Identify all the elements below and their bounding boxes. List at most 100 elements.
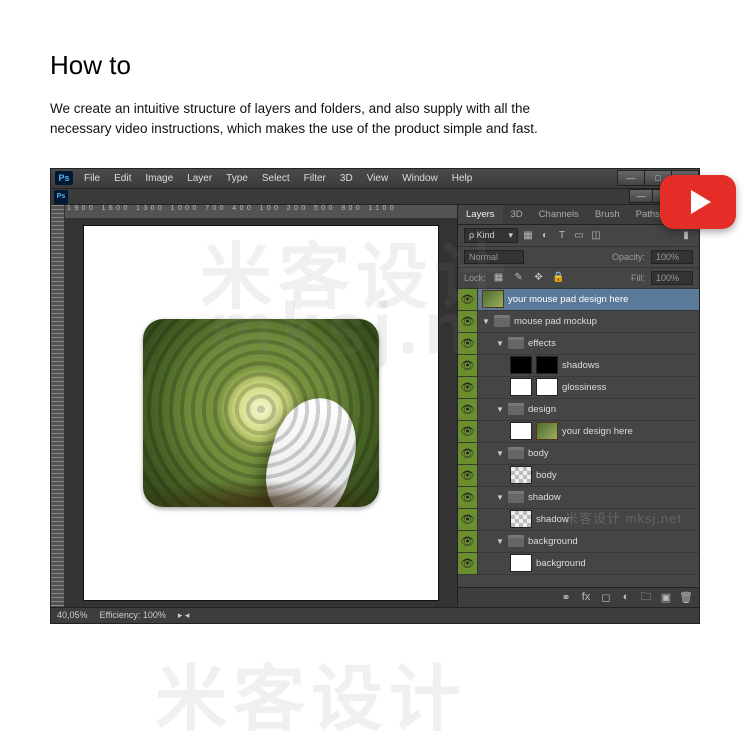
- layer-thumbnail[interactable]: [510, 510, 532, 528]
- layer-row[interactable]: 👁▼background: [458, 531, 699, 553]
- visibility-toggle[interactable]: 👁: [458, 333, 478, 354]
- vertical-ruler: [51, 205, 65, 607]
- lock-pixels-icon[interactable]: ✎: [512, 272, 526, 284]
- menu-help[interactable]: Help: [445, 170, 480, 187]
- doc-minimize-button[interactable]: —: [629, 189, 653, 203]
- layer-row[interactable]: 👁▼mouse pad mockup: [458, 311, 699, 333]
- layer-row[interactable]: 👁▼effects: [458, 333, 699, 355]
- menu-bar: FileEditImageLayerTypeSelectFilter3DView…: [77, 170, 479, 187]
- layer-thumbnail[interactable]: [536, 422, 558, 440]
- link-layers-icon[interactable]: ⚭: [559, 591, 573, 603]
- panel-footer: ⚭ fx ◻ ◐ 🗀 ▣ 🗑: [458, 587, 699, 607]
- panel-tab-brush[interactable]: Brush: [587, 205, 628, 224]
- layer-mask-thumb[interactable]: [536, 378, 558, 396]
- filter-shape-icon[interactable]: ▭: [572, 229, 586, 241]
- fill-input[interactable]: 100%: [651, 271, 693, 285]
- menu-3d[interactable]: 3D: [333, 170, 360, 187]
- menu-image[interactable]: Image: [138, 170, 180, 187]
- watermark-text: 米客设计: [155, 640, 467, 745]
- layer-thumbnail[interactable]: [482, 290, 504, 308]
- layer-mask-thumb[interactable]: [510, 422, 532, 440]
- expand-chevron-icon[interactable]: ▼: [482, 317, 490, 326]
- menu-window[interactable]: Window: [395, 170, 445, 187]
- layer-thumbnail[interactable]: [510, 466, 532, 484]
- visibility-toggle[interactable]: 👁: [458, 553, 478, 574]
- filter-kind-label: ρ Kind: [469, 230, 495, 240]
- layer-row[interactable]: 👁 glossiness: [458, 377, 699, 399]
- visibility-toggle[interactable]: 👁: [458, 443, 478, 464]
- new-layer-icon[interactable]: ▣: [659, 591, 673, 603]
- layer-name-label: shadow: [528, 492, 561, 503]
- menu-edit[interactable]: Edit: [107, 170, 138, 187]
- expand-chevron-icon[interactable]: ▼: [496, 493, 504, 502]
- menu-view[interactable]: View: [360, 170, 396, 187]
- lock-transparency-icon[interactable]: ▦: [492, 272, 506, 284]
- layer-mask-icon[interactable]: ◻: [599, 591, 613, 603]
- zoom-level[interactable]: 40,05%: [57, 610, 88, 620]
- filter-adjust-icon[interactable]: ◐: [538, 229, 552, 241]
- layer-row[interactable]: 👁background: [458, 553, 699, 575]
- layer-list[interactable]: 👁your mouse pad design here👁▼mouse pad m…: [458, 289, 699, 587]
- layer-row[interactable]: 👁body: [458, 465, 699, 487]
- minimize-button[interactable]: —: [617, 170, 645, 186]
- visibility-toggle[interactable]: 👁: [458, 355, 478, 376]
- layer-name-label: shadow: [536, 514, 569, 525]
- canvas-area[interactable]: [65, 219, 457, 607]
- visibility-toggle[interactable]: 👁: [458, 421, 478, 442]
- expand-chevron-icon[interactable]: ▼: [496, 537, 504, 546]
- page-title: How to: [50, 50, 700, 81]
- visibility-toggle[interactable]: 👁: [458, 377, 478, 398]
- opacity-input[interactable]: 100%: [651, 250, 693, 264]
- lock-all-icon[interactable]: 🔒: [552, 272, 566, 284]
- layer-row[interactable]: 👁 ▼ design: [458, 399, 699, 421]
- visibility-toggle[interactable]: 👁: [458, 465, 478, 486]
- layer-style-icon[interactable]: fx: [579, 591, 593, 603]
- new-group-icon[interactable]: 🗀: [639, 591, 653, 603]
- filter-kind-select[interactable]: ρ Kind▾: [464, 228, 518, 243]
- visibility-toggle[interactable]: 👁: [458, 531, 478, 552]
- menu-type[interactable]: Type: [219, 170, 255, 187]
- layer-mask-thumb[interactable]: [536, 356, 558, 374]
- lock-position-icon[interactable]: ✥: [532, 272, 546, 284]
- visibility-toggle[interactable]: 👁: [458, 289, 478, 310]
- visibility-toggle[interactable]: 👁: [458, 311, 478, 332]
- menu-filter[interactable]: Filter: [297, 170, 333, 187]
- panel-tab-channels[interactable]: Channels: [531, 205, 587, 224]
- filter-type-icon[interactable]: T: [555, 229, 569, 241]
- photoshop-logo-icon: Ps: [55, 171, 73, 185]
- layer-thumbnail[interactable]: [510, 356, 532, 374]
- layer-row[interactable]: 👁your design here: [458, 421, 699, 443]
- menu-layer[interactable]: Layer: [180, 170, 219, 187]
- layer-name-label: design: [528, 404, 556, 415]
- filter-toggle-icon[interactable]: ▮: [679, 229, 693, 241]
- layer-thumbnail[interactable]: [510, 554, 532, 572]
- folder-icon: [508, 491, 524, 503]
- filter-smart-icon[interactable]: ◫: [589, 229, 603, 241]
- layer-name-label: glossiness: [562, 382, 606, 393]
- visibility-toggle[interactable]: 👁: [458, 399, 478, 420]
- visibility-toggle[interactable]: 👁: [458, 487, 478, 508]
- delete-layer-icon[interactable]: 🗑: [679, 591, 693, 603]
- document-canvas[interactable]: [83, 225, 439, 601]
- layer-row[interactable]: 👁▼body: [458, 443, 699, 465]
- youtube-play-badge[interactable]: [660, 175, 736, 229]
- layer-row[interactable]: 👁 ▼ shadow: [458, 487, 699, 509]
- layer-row[interactable]: 👁 shadows: [458, 355, 699, 377]
- adjustment-layer-icon[interactable]: ◐: [619, 591, 633, 603]
- layer-row[interactable]: 👁your mouse pad design here: [458, 289, 699, 311]
- panel-tab-layers[interactable]: Layers: [458, 205, 503, 224]
- panel-tab-3d[interactable]: 3D: [503, 205, 531, 224]
- filter-pixel-icon[interactable]: ▦: [521, 229, 535, 241]
- status-bar: 40,05% Efficiency: 100% ▸ ◂: [51, 607, 699, 623]
- layer-thumbnail[interactable]: [510, 378, 532, 396]
- menu-select[interactable]: Select: [255, 170, 297, 187]
- visibility-toggle[interactable]: 👁: [458, 509, 478, 530]
- blend-mode-select[interactable]: Normal: [464, 250, 524, 264]
- expand-chevron-icon[interactable]: ▼: [496, 405, 504, 414]
- expand-chevron-icon[interactable]: ▼: [496, 449, 504, 458]
- lock-row: Lock: ▦ ✎ ✥ 🔒 Fill: 100%: [458, 268, 699, 289]
- lock-label: Lock:: [464, 273, 486, 283]
- layer-name-label: shadows: [562, 360, 600, 371]
- expand-chevron-icon[interactable]: ▼: [496, 339, 504, 348]
- menu-file[interactable]: File: [77, 170, 107, 187]
